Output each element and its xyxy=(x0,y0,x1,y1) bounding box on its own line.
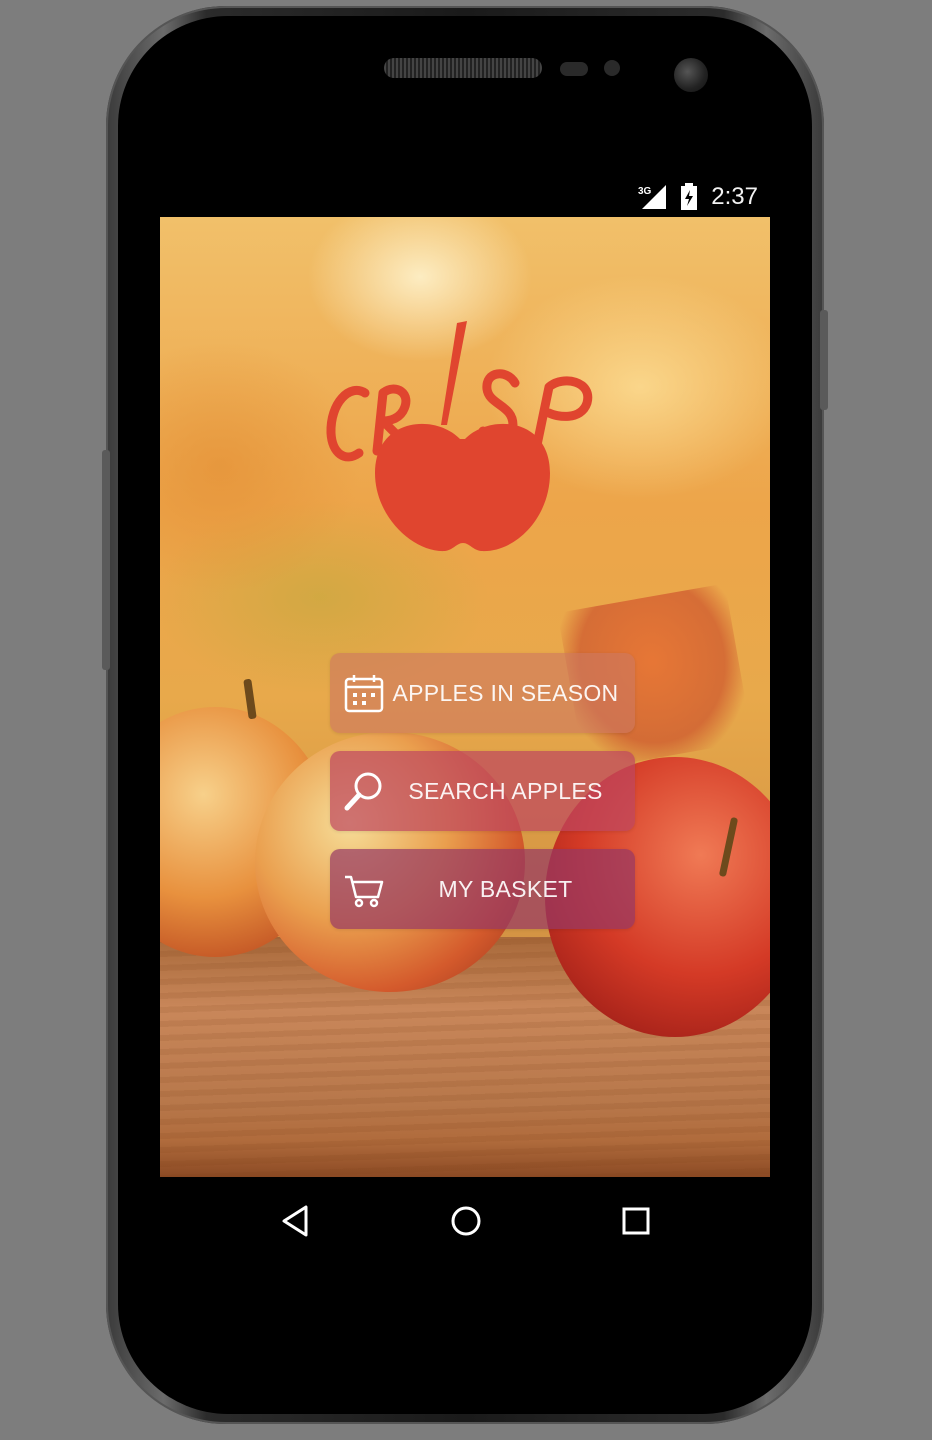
apples-in-season-button[interactable]: APPLES IN SEASON xyxy=(330,653,635,733)
light-sensor xyxy=(604,60,620,76)
earpiece-speaker xyxy=(384,58,542,78)
cart-icon xyxy=(345,875,384,908)
search-apples-label: SEARCH APPLES xyxy=(408,777,603,804)
my-basket-button[interactable]: MY BASKET xyxy=(330,849,635,929)
home-icon[interactable] xyxy=(446,1201,486,1241)
calendar-icon xyxy=(344,675,384,713)
crisp-logo xyxy=(326,321,593,552)
my-basket-label: MY BASKET xyxy=(438,875,573,902)
device-screen: 3G 2:37 APPLES IN SEASON SEARCH APPLES M… xyxy=(160,175,770,1265)
recents-icon[interactable] xyxy=(616,1201,656,1241)
power-button xyxy=(820,310,828,410)
back-icon[interactable] xyxy=(276,1201,316,1241)
volume-button xyxy=(102,450,110,670)
signal-icon: 3G xyxy=(638,185,666,209)
search-icon xyxy=(344,772,382,811)
apples-in-season-label: APPLES IN SEASON xyxy=(392,679,619,706)
proximity-sensor xyxy=(560,62,588,76)
front-camera xyxy=(674,58,708,92)
home-screen: APPLES IN SEASON SEARCH APPLES MY BASKET xyxy=(160,217,770,1177)
network-type-label: 3G xyxy=(638,186,652,197)
status-bar: 3G 2:37 xyxy=(160,175,770,217)
battery-icon xyxy=(681,183,697,210)
search-apples-button[interactable]: SEARCH APPLES xyxy=(330,751,635,831)
status-time: 2:37 xyxy=(711,183,758,210)
navigation-bar xyxy=(160,1177,770,1263)
